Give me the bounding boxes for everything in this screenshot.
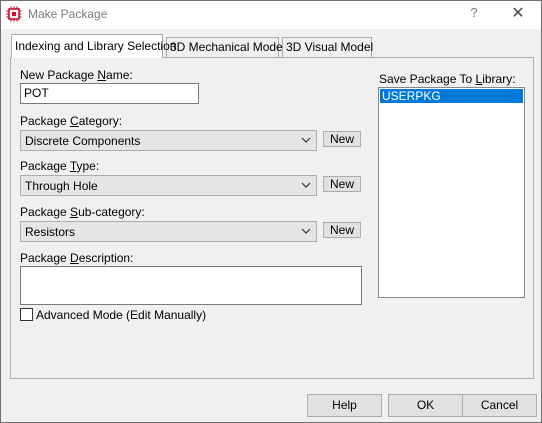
make-package-dialog: Make Package ? ✕ Indexing and Library Se… — [0, 0, 542, 423]
package-category-value: Discrete Components — [25, 134, 141, 148]
tab-indexing[interactable]: Indexing and Library Selection — [11, 34, 176, 58]
chevron-down-icon — [301, 182, 311, 188]
cancel-button-label: Cancel — [480, 398, 519, 412]
new-type-button-label: New — [329, 177, 354, 191]
save-library-label: Save Package To Library: — [379, 72, 516, 86]
package-description-input[interactable] — [20, 266, 362, 305]
package-subcategory-select[interactable]: Resistors — [20, 221, 317, 242]
tab-3d-mechanical-label: 3D Mechanical Model — [170, 40, 286, 54]
package-category-select[interactable]: Discrete Components — [20, 130, 317, 151]
new-subcategory-button[interactable]: New — [323, 222, 361, 238]
package-name-input[interactable]: POT — [20, 83, 199, 104]
tab-indexing-label: Indexing and Library Selection — [15, 39, 177, 53]
new-category-button-label: New — [329, 132, 354, 146]
advanced-mode-checkbox[interactable] — [20, 308, 33, 321]
help-icon[interactable]: ? — [467, 5, 481, 23]
package-category-label: Package Category: — [20, 114, 123, 128]
package-name-value: POT — [24, 86, 49, 100]
package-type-select[interactable]: Through Hole — [20, 175, 317, 196]
new-type-button[interactable]: New — [323, 176, 361, 192]
chip-icon — [6, 6, 22, 22]
ok-button-label: OK — [416, 398, 435, 412]
new-category-button[interactable]: New — [323, 131, 361, 147]
package-name-label: New Package Name: — [20, 68, 133, 82]
ok-button[interactable]: OK — [388, 394, 463, 417]
title-bar: Make Package ? ✕ — [1, 1, 541, 29]
tab-3d-mechanical[interactable]: 3D Mechanical Model — [166, 37, 285, 57]
package-description-label: Package Description: — [20, 251, 134, 265]
advanced-mode-label: Advanced Mode (Edit Manually) — [36, 308, 207, 322]
help-button-label: Help — [332, 398, 357, 412]
tab-3d-visual[interactable]: 3D Visual Model — [282, 37, 374, 57]
help-button[interactable]: Help — [307, 394, 382, 417]
list-item[interactable]: USERPKG — [380, 89, 523, 103]
package-subcategory-value: Resistors — [25, 225, 76, 239]
new-subcategory-button-label: New — [329, 223, 354, 237]
package-type-label: Package Type: — [20, 159, 100, 173]
package-subcategory-label: Package Sub-category: — [20, 205, 145, 219]
library-listbox[interactable]: USERPKG — [378, 87, 525, 298]
close-icon[interactable]: ✕ — [507, 4, 529, 24]
package-type-value: Through Hole — [25, 179, 98, 193]
tab-3d-visual-label: 3D Visual Model — [286, 40, 374, 54]
window-title: Make Package — [28, 7, 108, 21]
cancel-button[interactable]: Cancel — [462, 394, 537, 417]
chevron-down-icon — [301, 228, 311, 234]
chevron-down-icon — [301, 137, 311, 143]
